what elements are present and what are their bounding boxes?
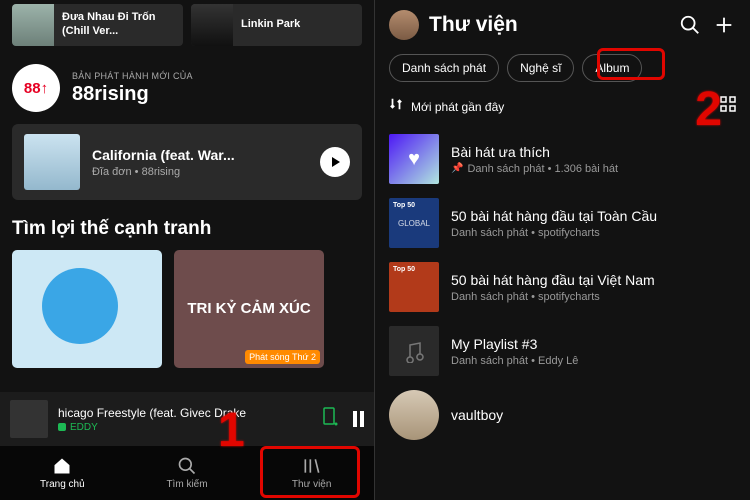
- item-subtitle: 📌Danh sách phát • 1.306 bài hát: [451, 163, 736, 175]
- chip-albums[interactable]: Album: [582, 54, 642, 82]
- recent-shortcuts-row: Đưa Nhau Đi Trốn (Chill Ver... Linkin Pa…: [0, 0, 374, 56]
- grid-view-icon[interactable]: [720, 96, 736, 117]
- section-title: Tìm lợi thế cạnh tranh: [0, 212, 374, 250]
- playlist-artwork: Top 50GLOBAL: [389, 198, 439, 248]
- sort-row: Mới phát gần đây: [375, 92, 750, 127]
- now-playing-artist: EDDY: [58, 422, 313, 433]
- shortcut-title: Đưa Nhau Đi Trốn (Chill Ver...: [54, 11, 183, 39]
- content-artwork: TRI KỶ CẢM XÚC Phát sóng Thứ 2: [174, 250, 324, 368]
- library-screen: Thư viện Danh sách phát Nghệ sĩ Album Mớ…: [375, 0, 750, 500]
- nav-label: Thư viện: [292, 479, 332, 490]
- now-playing-artwork: [10, 400, 48, 438]
- chip-artists[interactable]: Nghệ sĩ: [507, 54, 574, 82]
- release-title: California (feat. War...: [92, 147, 308, 163]
- page-title: Thư viện: [429, 13, 668, 37]
- library-icon: [302, 456, 322, 476]
- sort-label[interactable]: Mới phát gần đây: [411, 100, 712, 114]
- release-sublabel: BẢN PHÁT HÀNH MỚI CỦA: [72, 71, 193, 81]
- list-item-liked-songs[interactable]: Bài hát ưa thích 📌Danh sách phát • 1.306…: [389, 127, 736, 191]
- shortcut-artwork: [191, 4, 233, 46]
- artist-avatar: 88↑: [12, 64, 60, 112]
- library-list[interactable]: Bài hát ưa thích 📌Danh sách phát • 1.306…: [375, 127, 750, 447]
- item-title: My Playlist #3: [451, 336, 736, 352]
- nav-label: Tìm kiếm: [166, 479, 207, 490]
- list-item[interactable]: vaultboy: [389, 383, 736, 447]
- card-badge: Phát sóng Thứ 2: [245, 350, 320, 364]
- search-icon[interactable]: [678, 13, 702, 37]
- item-subtitle: Danh sách phát • Eddy Lê: [451, 355, 736, 367]
- sort-icon[interactable]: [389, 97, 403, 116]
- devices-icon[interactable]: [323, 407, 339, 432]
- shortcut-title: Linkin Park: [233, 18, 308, 32]
- content-artwork: [12, 250, 162, 368]
- list-item[interactable]: Top 50GLOBAL 50 bài hát hàng đầu tại Toà…: [389, 191, 736, 255]
- artist-name: 88rising: [72, 83, 193, 106]
- item-title: 50 bài hát hàng đầu tại Việt Nam: [451, 272, 736, 288]
- pause-button[interactable]: [353, 411, 364, 427]
- nav-search[interactable]: Tìm kiếm: [125, 446, 250, 500]
- now-playing-title: hicago Freestyle (feat. Givec Drake: [58, 406, 313, 420]
- search-icon: [177, 456, 197, 476]
- filter-chips: Danh sách phát Nghệ sĩ Album: [375, 48, 750, 92]
- add-icon[interactable]: [712, 13, 736, 37]
- list-item[interactable]: Top 50 50 bài hát hàng đầu tại Việt Nam …: [389, 255, 736, 319]
- library-header: Thư viện: [375, 0, 750, 48]
- item-title: Bài hát ưa thích: [451, 144, 736, 160]
- now-playing-bar[interactable]: hicago Freestyle (feat. Givec Drake EDDY: [0, 392, 374, 446]
- playlist-artwork: [389, 326, 439, 376]
- playlist-artwork: Top 50: [389, 262, 439, 312]
- release-meta: Đĩa đơn • 88rising: [92, 166, 308, 178]
- card-overlay-text: TRI KỶ CẢM XÚC: [187, 301, 310, 318]
- list-item[interactable]: My Playlist #3 Danh sách phát • Eddy Lê: [389, 319, 736, 383]
- item-subtitle: Danh sách phát • spotifycharts: [451, 227, 736, 239]
- new-release-header[interactable]: 88↑ BẢN PHÁT HÀNH MỚI CỦA 88rising: [0, 56, 374, 122]
- liked-songs-artwork: [389, 134, 439, 184]
- item-title: 50 bài hát hàng đầu tại Toàn Cầu: [451, 208, 736, 224]
- pin-icon: 📌: [451, 163, 463, 174]
- shortcut-artwork: [12, 4, 54, 46]
- item-title: vaultboy: [451, 407, 736, 423]
- shortcut-card[interactable]: Linkin Park: [191, 4, 362, 46]
- chip-playlists[interactable]: Danh sách phát: [389, 54, 499, 82]
- home-screen: Đưa Nhau Đi Trốn (Chill Ver... Linkin Pa…: [0, 0, 375, 500]
- user-avatar[interactable]: [389, 10, 419, 40]
- nav-library[interactable]: Thư viện: [249, 446, 374, 500]
- bottom-nav: Trang chủ Tìm kiếm Thư viện: [0, 446, 374, 500]
- content-card[interactable]: TRI KỶ CẢM XÚC Phát sóng Thứ 2: [174, 250, 324, 368]
- nav-home[interactable]: Trang chủ: [0, 446, 125, 500]
- item-subtitle: Danh sách phát • spotifycharts: [451, 291, 736, 303]
- content-carousel[interactable]: TRI KỶ CẢM XÚC Phát sóng Thứ 2: [0, 250, 374, 368]
- content-card[interactable]: [12, 250, 162, 368]
- shortcut-card[interactable]: Đưa Nhau Đi Trốn (Chill Ver...: [12, 4, 183, 46]
- release-artwork: [24, 134, 80, 190]
- release-card[interactable]: California (feat. War... Đĩa đơn • 88ris…: [12, 124, 362, 200]
- artist-avatar: [389, 390, 439, 440]
- home-icon: [52, 456, 72, 476]
- nav-label: Trang chủ: [40, 479, 85, 490]
- play-button[interactable]: [320, 147, 350, 177]
